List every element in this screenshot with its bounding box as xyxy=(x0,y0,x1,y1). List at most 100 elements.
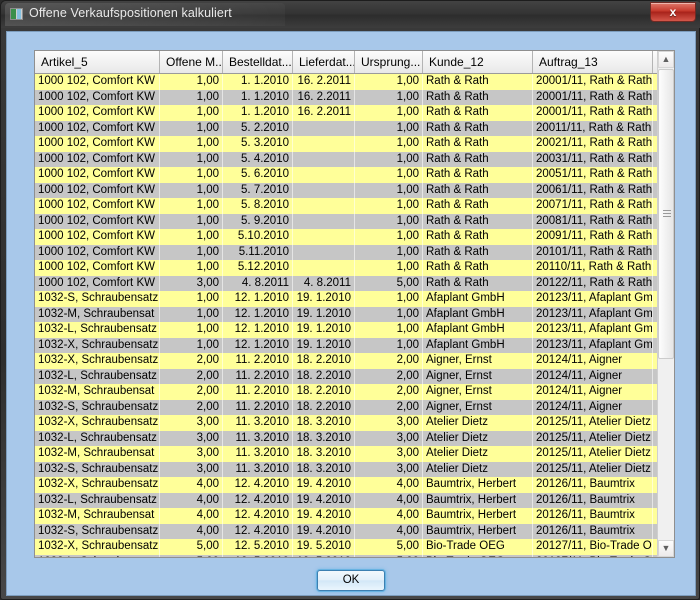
table-cell: 1000 102, Comfort KW xyxy=(35,74,160,90)
table-row[interactable]: 1032-L, Schraubensatz 4,00 12. 4.2010 19. 4… xyxy=(35,492,674,508)
table-row[interactable]: 1000 102, Comfort KW 1,00 5. 9.2010 1,00 Rat… xyxy=(35,213,674,229)
table-cell: 19. 5.2010 xyxy=(293,554,355,557)
vertical-scrollbar[interactable]: ▲ ▼ xyxy=(657,51,674,557)
table-cell: 1,00 xyxy=(355,198,423,214)
table-cell: Afaplant GmbH xyxy=(423,306,533,322)
table-cell: 3,00 xyxy=(160,275,223,291)
column-header-0[interactable]: Artikel_5 xyxy=(35,51,160,73)
table-cell: 1000 102, Comfort KW xyxy=(35,213,160,229)
scroll-down-button[interactable]: ▼ xyxy=(658,540,674,557)
table-cell: 20011/11, Rath & Rath xyxy=(533,120,653,136)
table-cell: 11. 3.2010 xyxy=(223,415,293,431)
grid-header-row: Artikel_5 Offene M... Bestelldat... Lieferd… xyxy=(35,51,674,74)
table-row[interactable]: 1000 102, Comfort KW 1,00 5. 7.2010 1,00 Rat… xyxy=(35,182,674,198)
data-grid[interactable]: Artikel_5 Offene M... Bestelldat... Lieferd… xyxy=(34,50,675,558)
table-row[interactable]: 1032-X, Schraubensatz 1,00 12. 1.2010 19. 1… xyxy=(35,337,674,353)
table-cell: 20125/11, Atelier Dietz xyxy=(533,461,653,477)
table-row[interactable]: 1000 102, Comfort KW 1,00 5.11.2010 1,00 Rat… xyxy=(35,244,674,260)
table-cell: 5. 3.2010 xyxy=(223,136,293,152)
table-cell: 1000 102, Comfort KW xyxy=(35,244,160,260)
table-row[interactable]: 1032-S, Schraubensatz 4,00 12. 4.2010 19. 4… xyxy=(35,523,674,539)
table-row[interactable]: 1000 102, Comfort KW 1,00 5.10.2010 1,00 Rat… xyxy=(35,229,674,245)
table-row[interactable]: 1000 102, Comfort KW 1,00 5. 8.2010 1,00 Rat… xyxy=(35,198,674,214)
table-cell: 1,00 xyxy=(355,74,423,90)
table-cell: Atelier Dietz xyxy=(423,461,533,477)
table-cell: 19. 1.2010 xyxy=(293,306,355,322)
table-cell: 1,00 xyxy=(160,306,223,322)
column-header-4[interactable]: Ursprung... xyxy=(355,51,423,73)
table-cell: 12. 1.2010 xyxy=(223,337,293,353)
scroll-up-button[interactable]: ▲ xyxy=(658,51,674,68)
table-row[interactable]: 1032-M, Schraubensat 4,00 12. 4.2010 19. 4.… xyxy=(35,508,674,524)
table-row[interactable]: 1032-L, Schraubensatz5,0012. 5.201019. 5… xyxy=(35,554,674,557)
table-row[interactable]: 1032-X, Schraubensatz 4,00 12. 4.2010 19. 4… xyxy=(35,477,674,493)
ok-button[interactable]: OK xyxy=(317,570,385,591)
table-cell: Rath & Rath xyxy=(423,120,533,136)
table-row[interactable]: 1000 102, Comfort KW 1,00 5. 4.2010 1,00 Rat… xyxy=(35,151,674,167)
table-row[interactable]: 1000 102, Comfort KW 1,00 1. 1.2010 16. 2.2… xyxy=(35,89,674,105)
table-cell: 4. 8.2011 xyxy=(223,275,293,291)
table-row[interactable]: 1032-M, Schraubensat 2,00 11. 2.2010 18. 2.… xyxy=(35,384,674,400)
table-cell: 1000 102, Comfort KW xyxy=(35,120,160,136)
table-row[interactable]: 1032-M, Schraubensat 3,00 11. 3.2010 18. 3.… xyxy=(35,446,674,462)
table-cell: 5. 6.2010 xyxy=(223,167,293,183)
table-row[interactable]: 1032-L, Schraubensatz 3,00 11. 3.2010 18. 3… xyxy=(35,430,674,446)
table-row[interactable]: 1032-X, Schraubensatz 3,00 11. 3.2010 18. 3… xyxy=(35,415,674,431)
table-cell: 1,00 xyxy=(160,120,223,136)
column-header-3[interactable]: Lieferdat... xyxy=(293,51,355,73)
table-row[interactable]: 1000 102, Comfort KW 1,00 5. 6.2010 1,00 Rat… xyxy=(35,167,674,183)
title-bar[interactable]: Offene Verkaufspositionen kalkuliert x xyxy=(1,1,700,28)
grid-body[interactable]: 1000 102, Comfort KW 1,00 1. 1.2010 16. 2.2… xyxy=(35,74,674,557)
table-cell: 19. 5.2010 xyxy=(293,539,355,555)
table-cell xyxy=(293,182,355,198)
table-cell: 20124/11, Aigner xyxy=(533,399,653,415)
table-row[interactable]: 1000 102, Comfort KW 1,00 1. 1.2010 16. 2.2… xyxy=(35,105,674,121)
table-row[interactable]: 1000 102, Comfort KW 1,00 5.12.2010 1,00 Rat… xyxy=(35,260,674,276)
table-cell: 1,00 xyxy=(160,74,223,90)
table-cell: 4,00 xyxy=(160,508,223,524)
table-cell: 20021/11, Rath & Rath xyxy=(533,136,653,152)
scrollbar-thumb[interactable] xyxy=(658,69,674,359)
table-row[interactable]: 1032-L, Schraubensatz 2,00 11. 2.2010 18. 2… xyxy=(35,368,674,384)
table-row[interactable]: 1000 102, Comfort KW 1,00 5. 3.2010 1,00 Rat… xyxy=(35,136,674,152)
table-cell: 20124/11, Aigner xyxy=(533,384,653,400)
table-row[interactable]: 1032-S, Schraubensatz 1,00 12. 1.2010 19. 1… xyxy=(35,291,674,307)
column-header-1[interactable]: Offene M... xyxy=(160,51,223,73)
table-cell: 3,00 xyxy=(355,430,423,446)
table-cell: Baumtrix, Herbert xyxy=(423,477,533,493)
table-cell: 1000 102, Comfort KW xyxy=(35,260,160,276)
table-cell: Afaplant GmbH xyxy=(423,322,533,338)
table-cell xyxy=(293,260,355,276)
table-cell: 20126/11, Baumtrix xyxy=(533,508,653,524)
table-row[interactable]: 1032-S, Schraubensatz 2,00 11. 2.2010 18. 2… xyxy=(35,399,674,415)
table-row[interactable]: 1032-S, Schraubensatz 3,00 11. 3.2010 18. 3… xyxy=(35,461,674,477)
table-cell: 4,00 xyxy=(160,477,223,493)
column-header-5[interactable]: Kunde_12 xyxy=(423,51,533,73)
table-row[interactable]: 1032-X, Schraubensatz 2,00 11. 2.2010 18. 2… xyxy=(35,353,674,369)
close-button[interactable]: x xyxy=(650,2,696,22)
table-cell: 3,00 xyxy=(160,461,223,477)
table-cell: 1000 102, Comfort KW xyxy=(35,105,160,121)
column-header-6[interactable]: Auftrag_13 xyxy=(533,51,653,73)
table-row[interactable]: 1032-M, Schraubensat 1,00 12. 1.2010 19. 1.… xyxy=(35,306,674,322)
table-cell: 1,00 xyxy=(355,244,423,260)
table-cell: 5.10.2010 xyxy=(223,229,293,245)
column-header-2[interactable]: Bestelldat... xyxy=(223,51,293,73)
table-cell: 2,00 xyxy=(160,399,223,415)
table-cell: 5,00 xyxy=(355,275,423,291)
table-cell xyxy=(293,136,355,152)
table-row[interactable]: 1032-L, Schraubensatz 1,00 12. 1.2010 19. 1… xyxy=(35,322,674,338)
chevron-up-icon: ▲ xyxy=(661,54,671,64)
table-row[interactable]: 1000 102, Comfort KW 1,00 5. 2.2010 1,00 Rat… xyxy=(35,120,674,136)
table-row[interactable]: 1032-X, Schraubensatz 5,00 12. 5.2010 19. 5… xyxy=(35,539,674,555)
table-cell: 1032-M, Schraubensat xyxy=(35,384,160,400)
table-cell: 1,00 xyxy=(355,182,423,198)
table-cell: 1,00 xyxy=(355,322,423,338)
table-cell: 1,00 xyxy=(160,322,223,338)
table-cell: 1,00 xyxy=(160,198,223,214)
table-row[interactable]: 1000 102, Comfort KW 1,00 1. 1.2010 16. 2.2… xyxy=(35,74,674,90)
table-cell: 1,00 xyxy=(355,167,423,183)
table-cell: 5.11.2010 xyxy=(223,244,293,260)
table-row[interactable]: 1000 102, Comfort KW 3,00 4. 8.2011 4. 8.20… xyxy=(35,275,674,291)
table-cell: Afaplant GmbH xyxy=(423,337,533,353)
